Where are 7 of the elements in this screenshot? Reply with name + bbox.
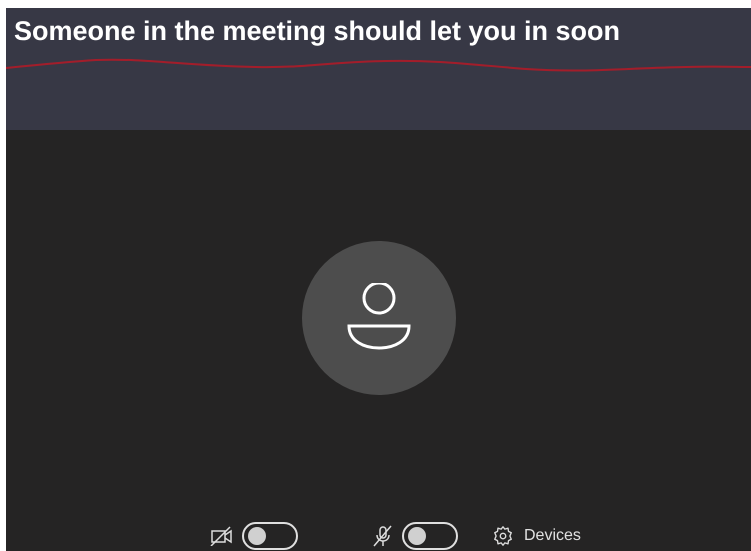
toggle-switch[interactable] [242,522,298,550]
settings-icon [492,525,514,547]
microphone-off-icon [372,525,394,547]
toggle-switch[interactable] [402,522,458,550]
camera-off-icon [210,526,234,546]
lobby-message: Someone in the meeting should let you in soon [14,15,620,48]
devices-button[interactable]: Devices [492,524,581,548]
